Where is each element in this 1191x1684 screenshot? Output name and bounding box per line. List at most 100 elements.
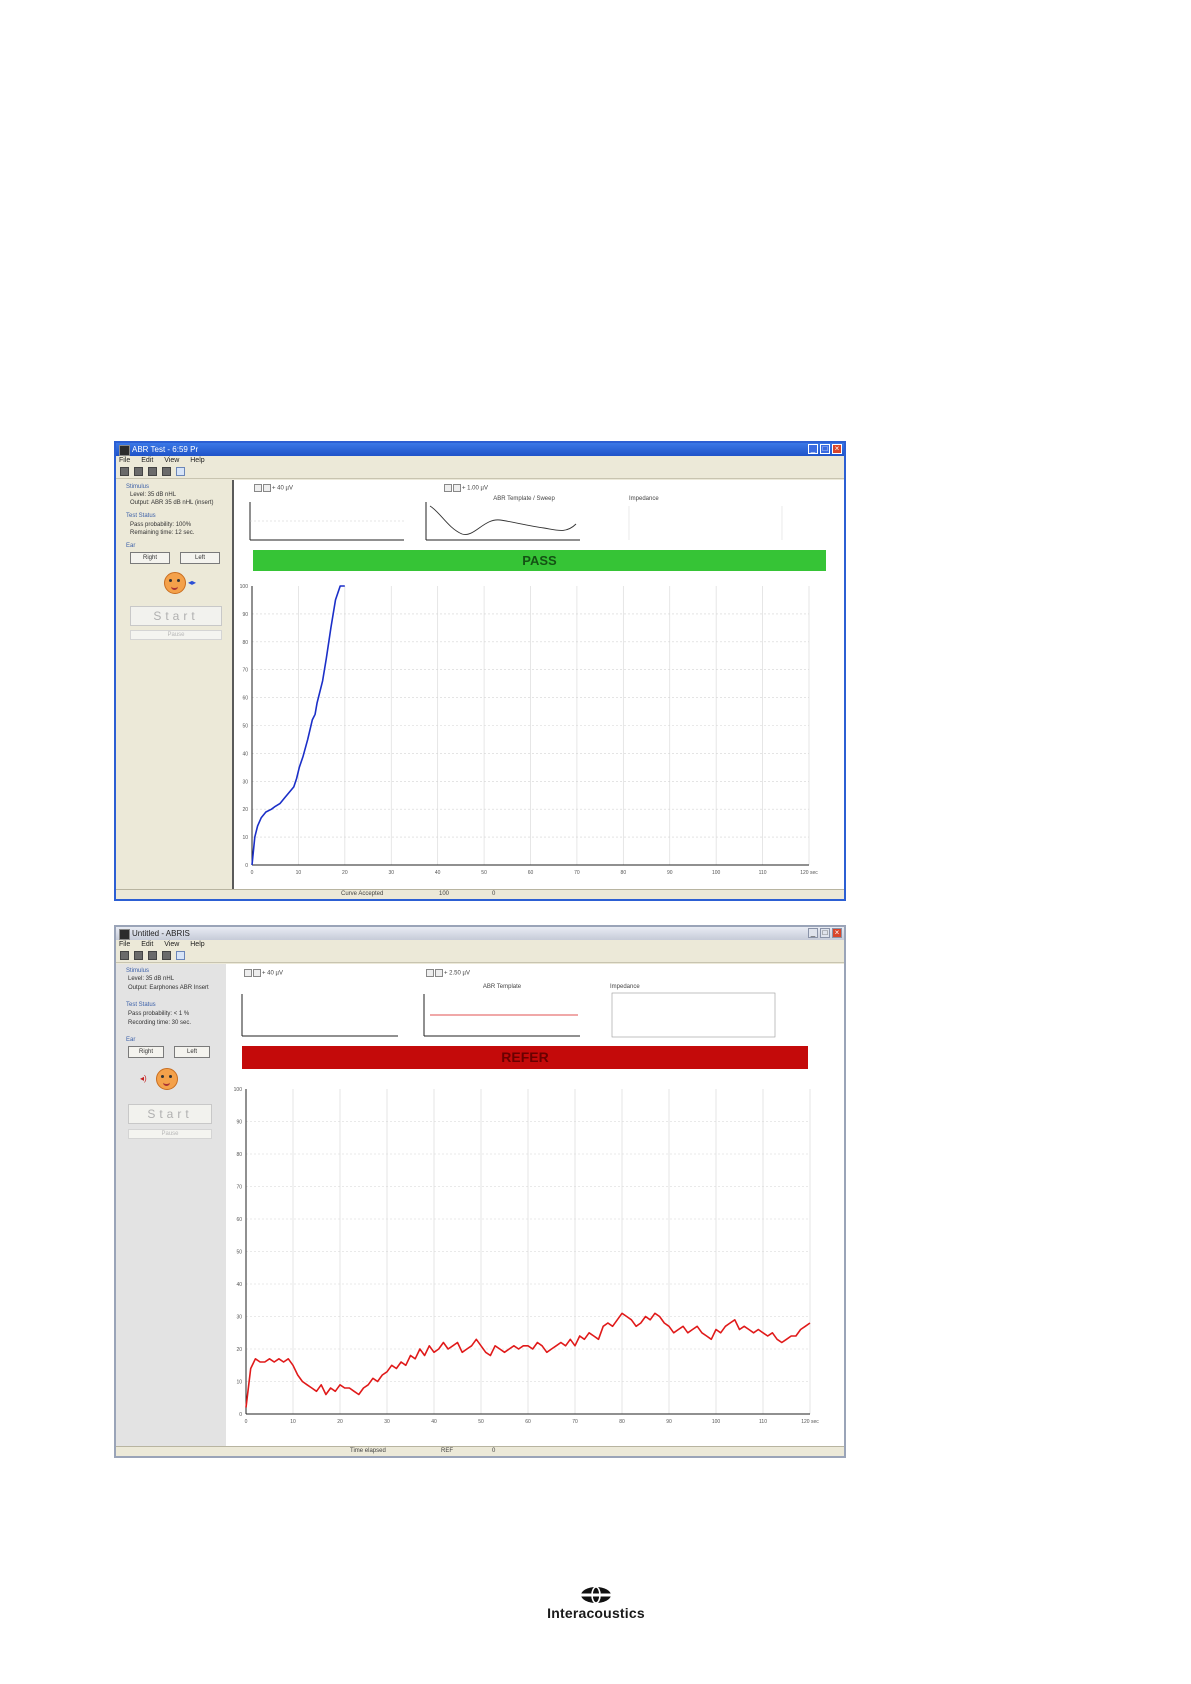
x-tick-label: 40 bbox=[431, 1419, 437, 1425]
main-area: + 40 µV + 2.50 µV ABR Template Impedance… bbox=[226, 964, 844, 1447]
print-icon[interactable] bbox=[134, 951, 143, 960]
y-tick-label: 30 bbox=[236, 1315, 242, 1321]
start-button[interactable]: Start bbox=[130, 606, 222, 626]
x-tick-label: 110 bbox=[759, 1419, 767, 1425]
baby-face-icon bbox=[156, 1068, 178, 1090]
stimulus-output: Output: ABR 35 dB nHL (insert) bbox=[130, 500, 214, 506]
menu-bar: File Edit View Help bbox=[116, 940, 844, 950]
mini-plot-left bbox=[249, 502, 404, 541]
recording-time: Recording time: 30 sec. bbox=[128, 1020, 192, 1026]
logo-mark-icon bbox=[581, 1586, 611, 1604]
menu-file[interactable]: File bbox=[119, 941, 130, 948]
window-title: Untitled - ABRIS bbox=[132, 929, 190, 938]
menu-view[interactable]: View bbox=[164, 941, 179, 948]
new-icon[interactable] bbox=[120, 951, 129, 960]
status-bar: Time elapsed REF 0 bbox=[116, 1446, 844, 1456]
x-tick-label: 10 bbox=[296, 870, 302, 876]
y-tick-label: 0 bbox=[239, 1412, 242, 1418]
x-tick-label: 10 bbox=[290, 1419, 296, 1425]
pause-button[interactable]: Pause bbox=[128, 1129, 212, 1139]
impedance-box bbox=[628, 506, 783, 540]
y-tick-label: 100 bbox=[240, 584, 249, 590]
mini-plot-mid bbox=[425, 502, 580, 541]
test-status-heading: Test Status bbox=[126, 513, 156, 519]
close-icon[interactable]: × bbox=[832, 928, 842, 938]
y-tick-label: 40 bbox=[242, 751, 248, 757]
settings-icon[interactable] bbox=[148, 951, 157, 960]
maximize-icon[interactable]: □ bbox=[820, 928, 830, 938]
left-ear-button[interactable]: Left bbox=[180, 552, 220, 564]
mini-title: ABR Template / Sweep bbox=[493, 496, 555, 502]
x-tick-label: 80 bbox=[621, 870, 627, 876]
close-icon[interactable]: × bbox=[832, 444, 842, 454]
x-tick-label: 100 bbox=[712, 870, 721, 876]
y-tick-label: 80 bbox=[236, 1152, 242, 1158]
ear-indicator-icon: ◂▸ bbox=[188, 578, 197, 587]
y-tick-label: 100 bbox=[234, 1087, 243, 1093]
y-tick-label: 60 bbox=[242, 696, 248, 702]
right-ear-button[interactable]: Right bbox=[130, 552, 170, 564]
refer-chart: 0 10 20 30 40 50 60 70 80 90 100 110 120 sec 0 10 20 30 4… bbox=[234, 1087, 820, 1425]
toolbar bbox=[116, 466, 844, 479]
menu-help[interactable]: Help bbox=[190, 457, 204, 464]
result-banner-refer: REFER bbox=[242, 1046, 808, 1069]
y-tick-label: 50 bbox=[236, 1250, 242, 1256]
maximize-icon[interactable]: □ bbox=[820, 444, 830, 454]
minimize-icon[interactable]: _ bbox=[808, 444, 818, 454]
menu-edit[interactable]: Edit bbox=[141, 457, 153, 464]
ear-heading: Ear bbox=[126, 543, 136, 549]
left-panel: Stimulus Level: 35 dB nHL Output: Earpho… bbox=[116, 964, 226, 1447]
menu-help[interactable]: Help bbox=[190, 941, 204, 948]
x-tick-label: 0 bbox=[251, 870, 254, 876]
abr-template-waveform bbox=[429, 505, 577, 535]
mini-plot-mid bbox=[423, 994, 580, 1037]
stimulus-level: Level: 35 dB nHL bbox=[130, 492, 177, 498]
x-tick-label: 110 bbox=[759, 870, 767, 876]
status-text: Time elapsed bbox=[350, 1448, 386, 1454]
print-icon[interactable] bbox=[134, 467, 143, 476]
title-bar[interactable]: Untitled - ABRIS _ □ × bbox=[116, 927, 844, 940]
minimize-icon[interactable]: _ bbox=[808, 928, 818, 938]
pass-probability-chart: 0 10 20 30 40 50 60 70 80 90 100 110 120 sec 0 10 20 30 4… bbox=[240, 584, 819, 876]
save-icon[interactable] bbox=[162, 951, 171, 960]
menu-edit[interactable]: Edit bbox=[141, 941, 153, 948]
save-icon[interactable] bbox=[162, 467, 171, 476]
abr-mode-icon[interactable] bbox=[176, 467, 185, 476]
y-tick-label: 30 bbox=[242, 779, 248, 785]
stimulus-level: Level: 35 dB nHL bbox=[128, 976, 175, 982]
impedance-box bbox=[611, 992, 776, 1038]
pass-probability: Pass probability: < 1 % bbox=[128, 1011, 190, 1017]
x-tick-label: 90 bbox=[666, 1419, 672, 1425]
y-tick-label: 10 bbox=[242, 835, 248, 841]
x-tick-label: 0 bbox=[245, 1419, 248, 1425]
menu-file[interactable]: File bbox=[119, 457, 130, 464]
new-icon[interactable] bbox=[120, 467, 129, 476]
y-tick-label: 0 bbox=[245, 863, 248, 869]
menu-view[interactable]: View bbox=[164, 457, 179, 464]
mini-right-title: Impedance bbox=[610, 984, 640, 990]
x-tick-label: 60 bbox=[525, 1419, 531, 1425]
mini-plot-left bbox=[241, 994, 398, 1037]
stimulus-heading: Stimulus bbox=[126, 968, 150, 974]
title-bar[interactable]: ABR Test - 6:59 Pr _ □ × bbox=[116, 443, 844, 456]
y-tick-label: 50 bbox=[242, 724, 248, 730]
x-tick-label: 20 bbox=[337, 1419, 343, 1425]
pause-button[interactable]: Pause bbox=[130, 630, 222, 640]
left-ear-button[interactable]: Left bbox=[174, 1046, 210, 1058]
mini-title: ABR Template bbox=[483, 984, 522, 990]
abr-mode-icon[interactable] bbox=[176, 951, 185, 960]
remaining-time: Remaining time: 12 sec. bbox=[130, 530, 195, 536]
window-title: ABR Test - 6:59 Pr bbox=[132, 445, 199, 454]
abr-window-pass: ABR Test - 6:59 Pr _ □ × File Edit View … bbox=[114, 441, 846, 901]
settings-icon[interactable] bbox=[148, 467, 157, 476]
status-value: 100 bbox=[439, 891, 450, 897]
y-tick-label: 70 bbox=[236, 1185, 242, 1191]
y-tick-label: 10 bbox=[236, 1380, 242, 1386]
x-tick-label: 120 sec bbox=[800, 870, 818, 876]
ear-indicator-icon: ◂) bbox=[140, 1074, 147, 1083]
x-tick-label: 50 bbox=[478, 1419, 484, 1425]
right-ear-button[interactable]: Right bbox=[128, 1046, 164, 1058]
test-status-heading: Test Status bbox=[126, 1002, 156, 1008]
menu-bar: File Edit View Help bbox=[116, 456, 844, 466]
start-button[interactable]: Start bbox=[128, 1104, 212, 1124]
